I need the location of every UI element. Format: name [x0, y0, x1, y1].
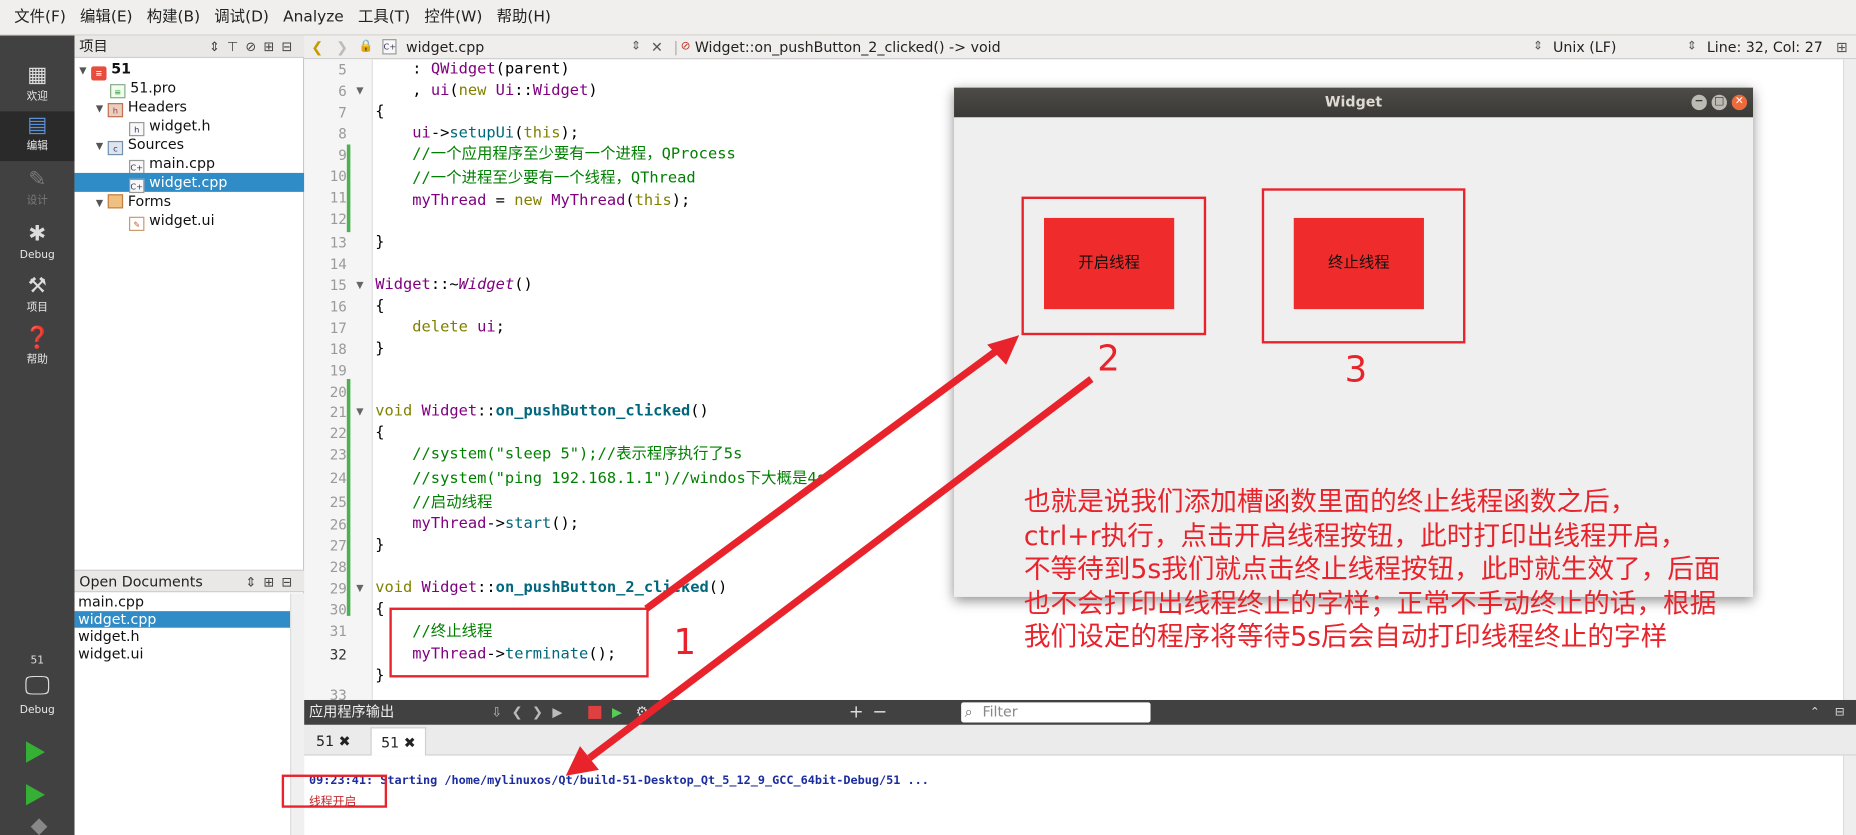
- note-line-1: 也就是说我们添加槽函数里面的终止线程函数之后，: [1023, 486, 1637, 518]
- note-line-5: 我们设定的程序将等待5s后会自动打印线程终止的字样: [1023, 621, 1668, 653]
- arrow-to-start-button: [644, 347, 999, 612]
- screenshot-root: 文件(F) 编辑(E) 构建(B) 调试(D) Analyze 工具(T) 控件…: [0, 0, 1856, 835]
- arrow-to-output: [587, 376, 1094, 761]
- annotation-arrows: [565, 335, 1094, 776]
- note-line-2: ctrl+r执行，点击开启线程按钮，此时打印出线程开启，: [1023, 520, 1687, 552]
- annotation-note: 也就是说我们添加槽函数里面的终止线程函数之后， ctrl+r执行，点击开启线程按…: [1024, 486, 1853, 655]
- note-line-4: 也不会打印出线程终止的字样；正常不手动终止的话，根据: [1023, 588, 1717, 619]
- note-line-3: 不等待到5s我们就点击终止线程按钮，此时就生效了，后面: [1023, 554, 1721, 586]
